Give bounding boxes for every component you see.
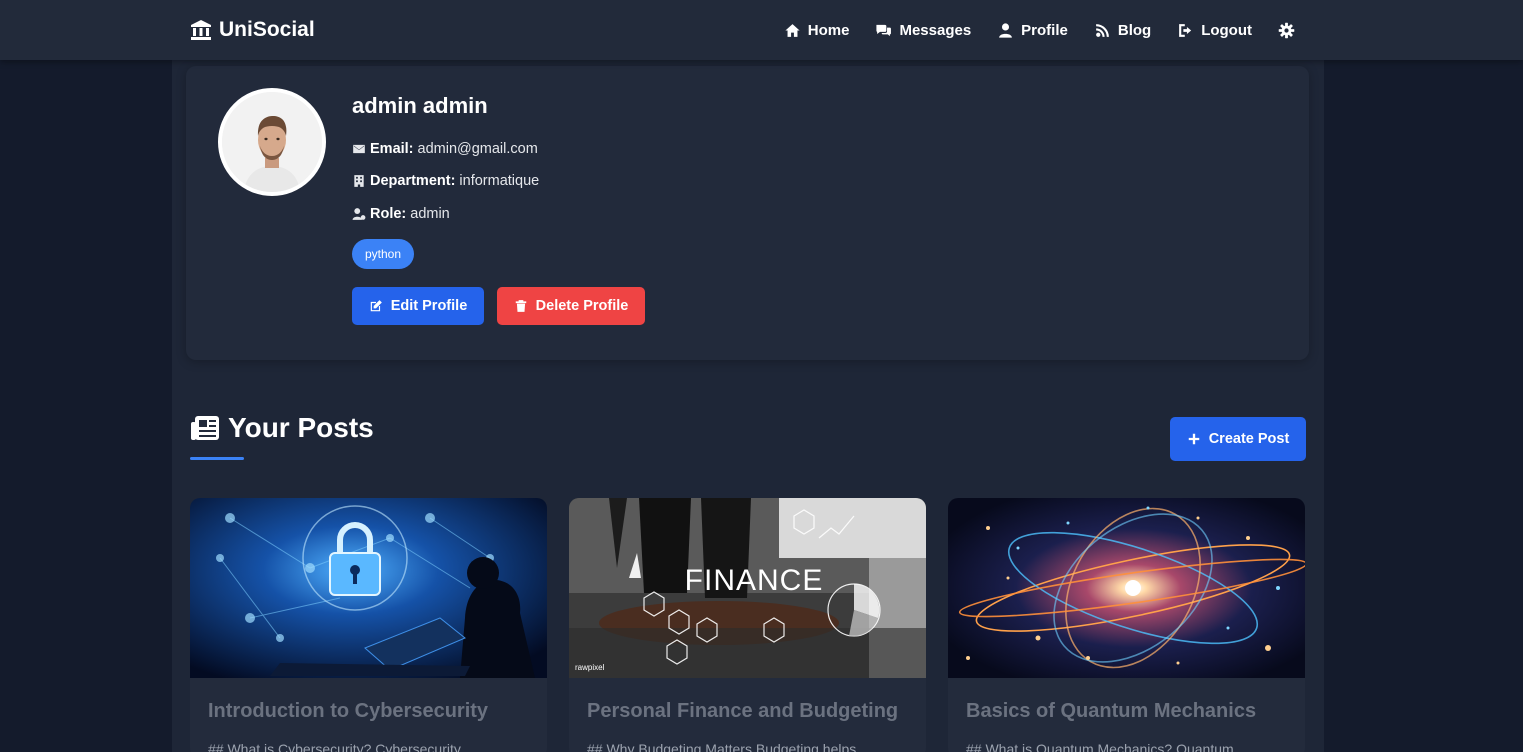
profile-card: admin admin Email: admin@gmail.com Depar… (186, 66, 1309, 360)
envelope-icon (353, 144, 365, 154)
create-post-button[interactable]: Create Post (1170, 417, 1306, 461)
skill-tag: python (352, 239, 415, 269)
role-row: Role: admin (352, 206, 450, 222)
plus-icon (1188, 433, 1199, 445)
email-value: admin@gmail.com (417, 141, 538, 157)
department-row: Department: informatique (352, 173, 539, 189)
title-underline (190, 457, 244, 460)
image-credit: rawpixel (575, 663, 605, 672)
department-value: informatique (459, 173, 540, 189)
avatar (218, 88, 326, 196)
blog-icon (1095, 23, 1109, 37)
edit-profile-label: Edit Profile (390, 298, 468, 314)
edit-icon (370, 300, 382, 312)
user-cog-icon (352, 208, 366, 220)
create-post-label: Create Post (1208, 431, 1290, 447)
department-label: Department: (370, 173, 456, 189)
nav-logout[interactable]: Logout (1177, 22, 1252, 39)
brand-name: UniSocial (219, 18, 315, 41)
posts-title-text: Your Posts (228, 412, 374, 443)
newspaper-icon (191, 416, 219, 440)
nav-blog[interactable]: Blog (1094, 22, 1151, 39)
post-excerpt: ## What is Quantum Mechanics? Quantum (966, 741, 1234, 752)
post-title[interactable]: Basics of Quantum Mechanics (966, 700, 1256, 723)
nav-messages[interactable]: Messages (875, 22, 971, 39)
email-row: Email: admin@gmail.com (352, 141, 538, 157)
delete-profile-label: Delete Profile (535, 298, 629, 314)
post-card[interactable]: FINANCE rawpixel Personal Finance and Bu… (569, 498, 926, 752)
post-excerpt: ## What is Cybersecurity? Cybersecurity (208, 741, 461, 752)
post-excerpt: ## Why Budgeting Matters Budgeting helps (587, 741, 857, 752)
finance-image: FINANCE rawpixel (569, 498, 926, 678)
cybersecurity-image (190, 498, 547, 678)
email-label: Email: (370, 141, 414, 157)
quantum-image (948, 498, 1305, 678)
nav-logout-label: Logout (1201, 21, 1252, 39)
post-title[interactable]: Personal Finance and Budgeting (587, 700, 898, 723)
role-label: Role: (370, 206, 407, 222)
posts-section-title: Your Posts (190, 412, 374, 444)
nav-profile-label: Profile (1021, 21, 1068, 39)
nav-home-label: Home (807, 21, 850, 39)
nav-menu: Home Messages Profile Blog Logout (784, 18, 1295, 42)
profile-name: admin admin (352, 93, 488, 118)
edit-profile-button[interactable]: Edit Profile (352, 287, 484, 325)
nav-blog-label: Blog (1117, 21, 1152, 39)
university-icon (191, 20, 211, 40)
delete-profile-button[interactable]: Delete Profile (497, 287, 645, 325)
building-icon (354, 175, 364, 187)
post-card[interactable]: Introduction to Cybersecurity ## What is… (190, 498, 547, 752)
role-value: admin (410, 206, 450, 222)
messages-icon (876, 24, 892, 36)
navbar: UniSocial Home Messages Profile Blog Log… (0, 0, 1523, 60)
main-content: admin admin Email: admin@gmail.com Depar… (172, 60, 1324, 752)
logout-icon (1179, 23, 1192, 37)
brand[interactable]: UniSocial (189, 16, 315, 44)
trash-icon (515, 300, 526, 312)
post-title[interactable]: Introduction to Cybersecurity (208, 700, 488, 723)
user-icon (999, 22, 1013, 38)
post-card[interactable]: Basics of Quantum Mechanics ## What is Q… (948, 498, 1305, 752)
finance-image-text: FINANCE (685, 564, 824, 597)
nav-profile[interactable]: Profile (997, 22, 1068, 39)
gear-icon (1278, 22, 1295, 38)
nav-home[interactable]: Home (784, 21, 850, 39)
home-icon (785, 23, 800, 37)
nav-messages-label: Messages (899, 21, 972, 39)
theme-toggle[interactable] (1278, 22, 1295, 39)
avatar-photo (222, 92, 322, 192)
